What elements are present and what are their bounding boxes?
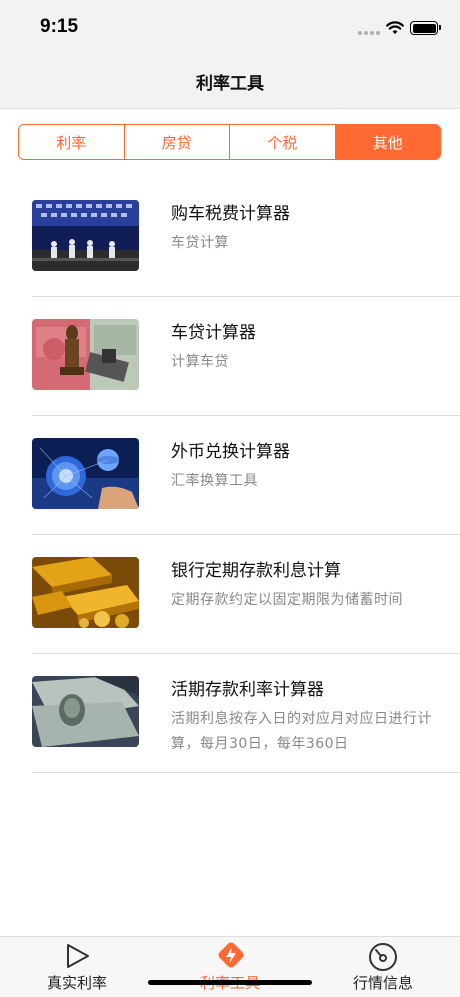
conference-stage-photo: [32, 200, 139, 271]
item-subtitle: 定期存款约定以固定期限为储蓄时间: [171, 592, 403, 608]
play-icon: [67, 944, 89, 968]
tab-label: 真实利率: [46, 974, 107, 992]
list-item-currency-exchange[interactable]: 外币兑换计算器 汇率换算工具: [0, 416, 460, 535]
item-subtitle: 计算车贷: [171, 354, 229, 370]
divider: [32, 772, 460, 773]
tab-real-rate[interactable]: 真实利率: [17, 937, 137, 997]
home-indicator: [148, 980, 312, 985]
segment-other[interactable]: 其他: [335, 125, 440, 159]
battery-icon: [410, 21, 441, 35]
navigation-bar: 利率工具: [0, 56, 460, 109]
status-bar: 9:15: [0, 0, 460, 56]
chess-money-photo: [32, 319, 139, 390]
item-title: 银行定期存款利息计算: [171, 561, 341, 581]
list-item-fixed-deposit[interactable]: 银行定期存款利息计算 定期存款约定以固定期限为储蓄时间: [0, 535, 460, 654]
globe-network-photo: [32, 438, 139, 509]
item-title: 活期存款利率计算器: [171, 680, 324, 700]
item-title: 购车税费计算器: [171, 204, 290, 224]
item-subtitle: 活期利息按存入日的对应月对应日进行计算，每月30日，每年360日: [171, 711, 432, 752]
item-subtitle: 车贷计算: [171, 235, 229, 251]
list-item-car-loan[interactable]: 车贷计算器 计算车贷: [0, 297, 460, 416]
page-title: 利率工具: [196, 74, 264, 94]
segment-mortgage[interactable]: 房贷: [125, 125, 230, 159]
tab-market-info[interactable]: 行情信息: [323, 937, 443, 997]
status-time: 9:15: [40, 16, 79, 37]
segment-rates[interactable]: 利率: [19, 125, 125, 159]
segment-income-tax[interactable]: 个税: [230, 125, 336, 159]
list-item-car-purchase-tax[interactable]: 购车税费计算器 车贷计算: [0, 178, 460, 297]
cellular-signal-icon: [358, 31, 380, 35]
item-title: 外币兑换计算器: [171, 442, 290, 462]
gold-bars-photo: [32, 557, 139, 628]
item-subtitle: 汇率换算工具: [171, 473, 258, 489]
list-item-demand-deposit[interactable]: 活期存款利率计算器 活期利息按存入日的对应月对应日进行计算，每月30日，每年36…: [0, 654, 460, 773]
gauge-icon: [369, 943, 397, 971]
tab-label: 行情信息: [352, 974, 413, 992]
tab-bar: 真实利率 利率工具 行情信息: [0, 936, 460, 997]
bolt-tag-icon: [218, 942, 244, 968]
category-segmented-control: 利率 房贷 个税 其他: [18, 124, 441, 160]
wifi-icon: [386, 21, 404, 34]
dollar-bills-photo: [32, 676, 139, 747]
item-title: 车贷计算器: [171, 323, 256, 343]
calculator-list: 购车税费计算器 车贷计算 车贷计算器 计算车贷 外币兑换计算器 汇率换算工具 银…: [0, 178, 460, 773]
tab-rate-tools[interactable]: 利率工具: [170, 937, 290, 997]
